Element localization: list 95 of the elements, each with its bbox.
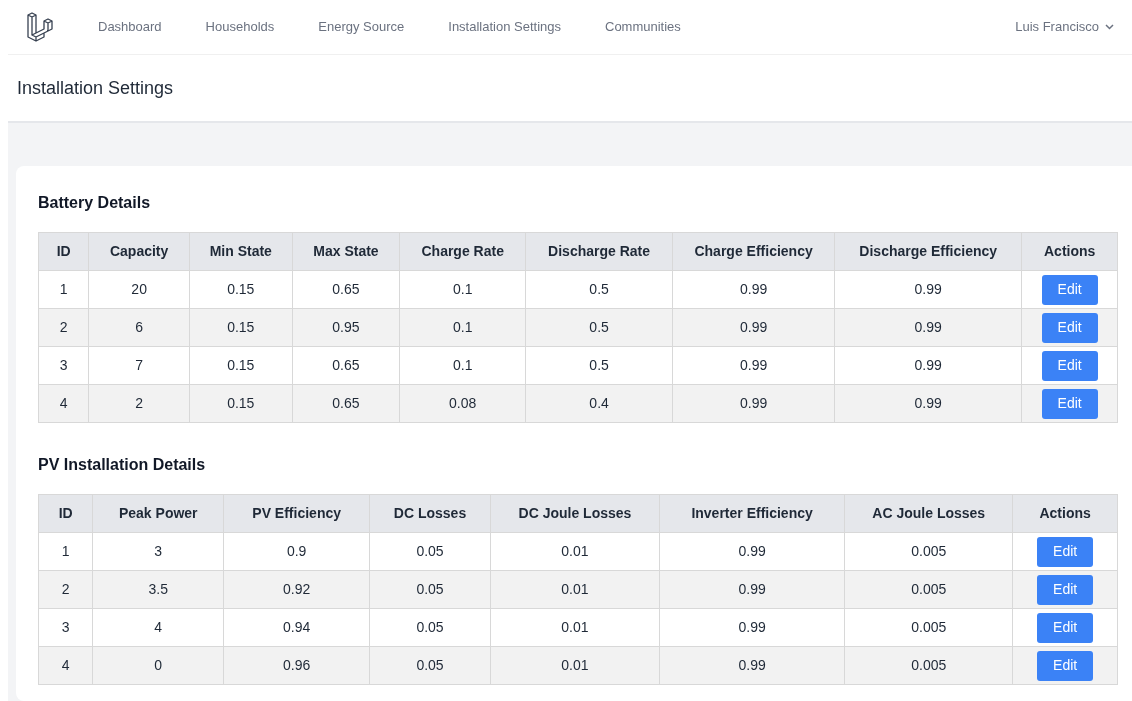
column-header: Max State	[292, 232, 400, 271]
edit-button[interactable]: Edit	[1041, 274, 1098, 305]
table-cell: 20	[88, 270, 190, 309]
table-cell: 0.99	[672, 308, 835, 347]
table-cell: 0.005	[844, 646, 1013, 685]
column-header: Capacity	[88, 232, 190, 271]
table-cell: 0.95	[292, 308, 400, 347]
table-cell: 2	[38, 308, 89, 347]
table-cell: 7	[88, 346, 190, 385]
table-cell: 3	[92, 532, 224, 571]
table-cell: 0.65	[292, 384, 400, 423]
edit-button[interactable]: Edit	[1037, 536, 1094, 567]
table-cell: 0.4	[525, 384, 673, 423]
table-cell: 0.96	[223, 646, 370, 685]
table-cell: 0.15	[189, 346, 293, 385]
table-cell: 0.05	[369, 646, 491, 685]
table-cell: 0.99	[659, 570, 845, 609]
table-cell: 0.1	[399, 270, 526, 309]
table-cell: 0.08	[399, 384, 526, 423]
table-cell: 0.99	[834, 346, 1022, 385]
section-title: PV Installation Details	[38, 455, 207, 475]
table-cell: 3.5	[92, 570, 224, 609]
nav-link[interactable]: Dashboard	[98, 17, 162, 37]
column-header: AC Joule Losses	[844, 494, 1013, 533]
column-header: Inverter Efficiency	[659, 494, 845, 533]
nav-link[interactable]: Households	[205, 17, 275, 37]
table-cell: 0.9	[223, 532, 370, 571]
table-cell: 0.99	[672, 270, 835, 309]
table-cell: 0	[92, 646, 224, 685]
table-cell: 0.99	[659, 532, 845, 571]
page-title: Installation Settings	[17, 76, 174, 100]
table-cell: 0.99	[672, 384, 835, 423]
edit-button[interactable]: Edit	[1037, 612, 1094, 643]
table-cell: 0.65	[292, 270, 400, 309]
column-header: Min State	[189, 232, 293, 271]
table-cell: 0.005	[844, 570, 1013, 609]
table-cell: 0.005	[844, 532, 1013, 571]
column-header: Charge Efficiency	[672, 232, 835, 271]
table-cell: 3	[38, 346, 89, 385]
table-cell: 0.01	[490, 532, 660, 571]
table-cell: 0.15	[189, 308, 293, 347]
user-menu[interactable]: Luis Francisco	[1015, 17, 1114, 37]
edit-button[interactable]: Edit	[1037, 650, 1094, 681]
table-cell: 0.5	[525, 270, 673, 309]
table-cell: 0.92	[223, 570, 370, 609]
table-cell: 0.99	[834, 384, 1022, 423]
table-cell: 0.15	[189, 384, 293, 423]
table-cell: 0.99	[659, 608, 845, 647]
table-cell: 2	[88, 384, 190, 423]
table-cell: 0.15	[189, 270, 293, 309]
column-header: Actions	[1021, 232, 1118, 271]
table-cell: 1	[38, 532, 93, 571]
table-cell: 0.01	[490, 646, 660, 685]
table-cell: 0.005	[844, 608, 1013, 647]
table-cell: 4	[38, 384, 89, 423]
table-cell: 4	[38, 646, 93, 685]
edit-button[interactable]: Edit	[1041, 312, 1098, 343]
edit-button[interactable]: Edit	[1037, 574, 1094, 605]
column-header: Peak Power	[92, 494, 224, 533]
nav-link[interactable]: Installation Settings	[448, 17, 561, 37]
table-cell: 0.1	[399, 308, 526, 347]
column-header: PV Efficiency	[223, 494, 370, 533]
column-header: Actions	[1012, 494, 1118, 533]
column-header: Discharge Efficiency	[834, 232, 1022, 271]
table-cell: 1	[38, 270, 89, 309]
table-cell: 0.99	[659, 646, 845, 685]
table-cell: 2	[38, 570, 93, 609]
column-header: ID	[38, 232, 89, 271]
table-cell: 0.99	[834, 308, 1022, 347]
table-cell: 0.5	[525, 346, 673, 385]
nav-link[interactable]: Energy Source	[318, 17, 405, 37]
table-cell: 0.65	[292, 346, 400, 385]
table-cell: 0.94	[223, 608, 370, 647]
table-cell: 3	[38, 608, 93, 647]
column-header: DC Losses	[369, 494, 491, 533]
column-header: Charge Rate	[399, 232, 526, 271]
section-title: Battery Details	[38, 193, 152, 213]
edit-button[interactable]: Edit	[1041, 388, 1098, 419]
table-cell: 0.99	[672, 346, 835, 385]
table-cell: 0.05	[369, 532, 491, 571]
table-cell: 0.1	[399, 346, 526, 385]
table-cell: 0.01	[490, 570, 660, 609]
table-cell: 0.5	[525, 308, 673, 347]
edit-button[interactable]: Edit	[1041, 350, 1098, 381]
table-cell: 0.01	[490, 608, 660, 647]
table-cell: 0.99	[834, 270, 1022, 309]
table-cell: 0.05	[369, 608, 491, 647]
table-cell: 0.05	[369, 570, 491, 609]
column-header: DC Joule Losses	[490, 494, 660, 533]
caret-icon	[1105, 24, 1114, 30]
table-cell: 4	[92, 608, 224, 647]
nav-link[interactable]: Communities	[605, 17, 681, 37]
column-header: Discharge Rate	[525, 232, 673, 271]
column-header: ID	[38, 494, 93, 533]
table-cell: 6	[88, 308, 190, 347]
